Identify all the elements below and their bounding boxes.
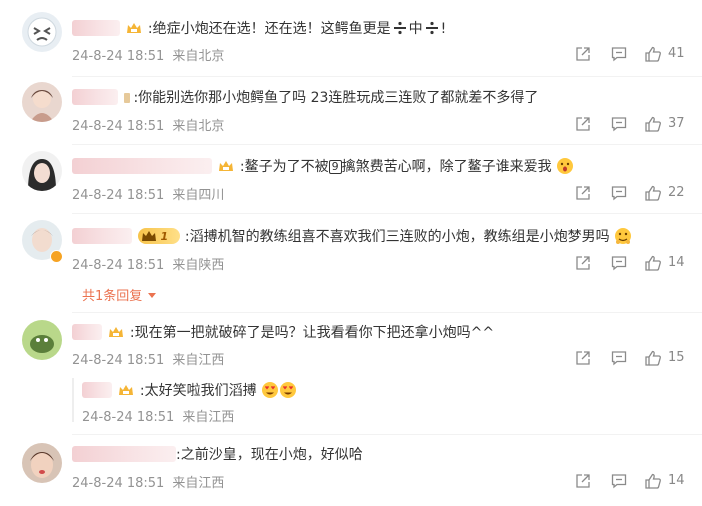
comment-text-end: ! — [440, 21, 447, 37]
comment-icon[interactable] — [610, 349, 628, 367]
like-count: 14 — [668, 255, 685, 270]
thumbs-up-icon[interactable] — [644, 115, 662, 133]
crown-icon — [125, 20, 143, 42]
like-count: 15 — [668, 350, 685, 365]
thumbs-up-icon[interactable] — [644, 45, 662, 63]
comment-time: 24-8-24 18:51 — [72, 49, 165, 64]
comment-text-line: :现在第一把就破碎了是吗？让我看看你下把还拿小炮吗^^ — [72, 323, 494, 346]
comment-time: 24-8-24 18:51 — [72, 188, 165, 203]
like-count: 22 — [668, 185, 685, 200]
reply-meta: 24-8-24 18:51 来自江西 — [82, 406, 234, 425]
comment-text-tail: 擒煞费苦心啊，除了鳌子谁来爱我 — [341, 159, 552, 175]
comment-location: 来自四川 — [172, 188, 225, 203]
comment-meta: 24-8-24 18:51 来自江西 — [72, 349, 224, 368]
username[interactable] — [72, 228, 132, 244]
comment-time: 24-8-24 18:51 — [72, 258, 165, 273]
comment-location: 来自北京 — [172, 119, 225, 134]
comment-location: 来自江西 — [172, 476, 225, 491]
reply-location: 来自江西 — [182, 410, 235, 425]
badge-icon — [123, 89, 133, 111]
heart-eyes-icon — [279, 381, 297, 399]
comment-time: 24-8-24 18:51 — [72, 476, 165, 491]
reply-text: :太好笑啦我们滔搏 — [139, 383, 257, 399]
comment-text: :鳌子为了不被 — [239, 159, 329, 175]
comment-meta: 24-8-24 18:51 来自四川 — [72, 184, 224, 203]
comment-meta: 24-8-24 18:51 来自北京 — [72, 115, 224, 134]
share-icon[interactable] — [574, 472, 592, 490]
crown-icon — [217, 158, 235, 180]
share-icon[interactable] — [574, 45, 592, 63]
username[interactable] — [72, 158, 212, 174]
avatar[interactable] — [22, 151, 62, 191]
username[interactable] — [72, 20, 120, 36]
username[interactable] — [72, 324, 102, 340]
comment-icon[interactable] — [610, 254, 628, 272]
share-icon[interactable] — [574, 254, 592, 272]
divider — [72, 434, 702, 435]
divider — [72, 312, 702, 313]
comment-location: 来自江西 — [172, 353, 225, 368]
like-count: 37 — [668, 116, 685, 131]
share-icon[interactable] — [574, 184, 592, 202]
heart-eyes-icon — [261, 381, 279, 399]
comment-text-line: :之前沙皇，现在小炮，好似哈 — [72, 445, 363, 465]
comment-location: 来自北京 — [172, 49, 225, 64]
thinking-face-icon — [614, 227, 632, 245]
comment-time: 24-8-24 18:51 — [72, 353, 165, 368]
username[interactable] — [72, 89, 118, 105]
share-icon[interactable] — [574, 115, 592, 133]
comment-text: :之前沙皇，现在小炮，好似哈 — [176, 447, 363, 463]
divider — [72, 76, 702, 77]
crown-icon — [107, 324, 125, 346]
comment-text: :你能别选你那小炮鳄鱼了吗 23连胜玩成三连败了都就差不多得了 — [133, 90, 539, 106]
comment-text-line: 1 :滔搏机智的教练组喜不喜欢我们三连败的小炮，教练组是小炮梦男吗 — [72, 227, 632, 247]
comment-meta: 24-8-24 18:51 来自江西 — [72, 472, 224, 491]
thumbs-up-icon[interactable] — [644, 349, 662, 367]
reply-text-line: :太好笑啦我们滔搏 — [82, 380, 297, 402]
comment-text: :现在第一把就破碎了是吗？让我看看你下把还拿小炮吗^^ — [129, 325, 495, 341]
crown-icon — [117, 382, 135, 402]
boxed-nine: 9 — [328, 160, 342, 174]
share-icon[interactable] — [574, 349, 592, 367]
view-replies-link[interactable]: 共1条回复 — [82, 285, 157, 304]
vip-level: 1 — [160, 230, 169, 243]
comment-icon[interactable] — [610, 472, 628, 490]
comment-meta: 24-8-24 18:51 来自北京 — [72, 45, 224, 64]
username[interactable] — [72, 446, 176, 462]
comment-text: :滔搏机智的教练组喜不喜欢我们三连败的小炮，教练组是小炮梦男吗 — [184, 229, 610, 245]
comment-text-tail: 中 — [408, 21, 423, 37]
comment-icon[interactable] — [610, 115, 628, 133]
comment-time: 24-8-24 18:51 — [72, 119, 165, 134]
thumbs-up-icon[interactable] — [644, 472, 662, 490]
comment-text: :绝症小炮还在选！还在选！这鳄鱼更是 — [147, 21, 391, 37]
avatar[interactable] — [22, 320, 62, 360]
avatar[interactable] — [22, 443, 62, 483]
comment-icon[interactable] — [610, 45, 628, 63]
like-count: 41 — [668, 46, 685, 61]
caret-down-icon — [148, 293, 157, 298]
reply-thread-bar — [72, 378, 74, 422]
avatar[interactable] — [22, 12, 62, 52]
reply-time: 24-8-24 18:51 — [82, 410, 175, 425]
comment-location: 来自陕西 — [172, 258, 225, 273]
divide-icon — [423, 19, 441, 37]
comment-text-line: :你能别选你那小炮鳄鱼了吗 23连胜玩成三连败了都就差不多得了 — [72, 88, 538, 111]
comment-icon[interactable] — [610, 184, 628, 202]
thumbs-up-icon[interactable] — [644, 254, 662, 272]
avatar[interactable] — [22, 82, 62, 122]
divider — [72, 144, 702, 145]
like-count: 14 — [668, 473, 685, 488]
divider — [72, 213, 702, 214]
surprised-face-icon — [556, 157, 574, 175]
view-replies-label: 共1条回复 — [82, 289, 143, 304]
comment-meta: 24-8-24 18:51 来自陕西 — [72, 254, 224, 273]
comment-text-line: :绝症小炮还在选！还在选！这鳄鱼更是 中! — [72, 19, 446, 42]
divide-icon — [391, 19, 409, 37]
comment-text-line: :鳌子为了不被 9 擒煞费苦心啊，除了鳌子谁来爱我 — [72, 157, 574, 180]
vip-level-badge: 1 — [138, 228, 181, 244]
reply-username[interactable] — [82, 382, 112, 398]
thumbs-up-icon[interactable] — [644, 184, 662, 202]
verified-badge-icon — [50, 250, 63, 263]
